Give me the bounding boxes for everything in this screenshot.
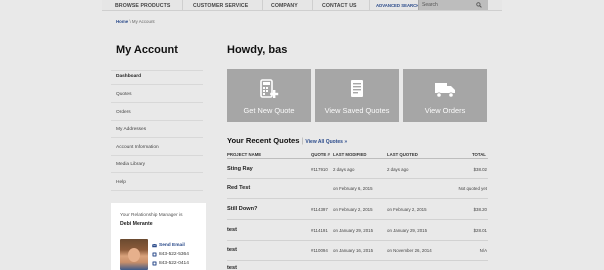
divider	[227, 178, 488, 179]
sidebar-item-help[interactable]: Help	[116, 180, 126, 185]
divider	[111, 137, 203, 138]
sidebar-item-account-information[interactable]: Account Information	[116, 145, 159, 150]
quote-project-name[interactable]: test	[227, 227, 237, 233]
nav-browse-products[interactable]: BROWSE PRODUCTS	[115, 3, 170, 9]
tile-label: View Saved Quotes	[324, 106, 390, 115]
quote-project-name[interactable]: Still Down?	[227, 206, 257, 212]
breadcrumb-separator: \	[129, 19, 131, 24]
greeting: Howdy, bas	[227, 44, 288, 56]
document-list-icon	[351, 80, 363, 97]
divider	[111, 84, 203, 85]
nav-divider	[312, 0, 313, 11]
divider	[111, 190, 203, 191]
search-icon[interactable]	[476, 2, 482, 8]
quote-last-modified: 2 days ago	[333, 167, 355, 172]
divider	[227, 158, 488, 159]
quote-last-quoted: on February 2, 2015	[387, 207, 427, 212]
divider	[111, 172, 203, 173]
nav-divider	[369, 0, 370, 11]
nav-customer-service[interactable]: CUSTOMER SERVICE	[193, 3, 248, 9]
tile-label: View Orders	[424, 106, 466, 115]
search-box	[418, 0, 488, 10]
sidebar-item-media-library[interactable]: Media Library	[116, 162, 145, 167]
quote-total: $28.01	[473, 228, 487, 233]
quote-last-modified: on February 2, 2015	[333, 207, 373, 212]
avatar	[120, 239, 148, 270]
divider	[111, 155, 203, 156]
quote-project-name[interactable]: Red Test	[227, 185, 250, 191]
quote-last-modified: on January 16, 2015	[333, 248, 374, 253]
sidebar-item-my-addresses[interactable]: My Addresses	[116, 127, 146, 132]
quote-last-quoted: on November 26, 2014	[387, 248, 432, 253]
quote-last-quoted: 2 days ago	[387, 167, 409, 172]
divider	[111, 120, 203, 121]
phone-icon	[152, 252, 157, 257]
phone-2: 843-522-0414	[152, 261, 189, 266]
quote-total: $38.20	[473, 207, 487, 212]
fax-icon	[152, 261, 157, 266]
quote-last-modified: on January 29, 2015	[333, 228, 374, 233]
quote-last-modified: on February 6, 2015	[333, 186, 373, 191]
quote-number: #114191	[311, 228, 328, 233]
phone-1: 843-522-5364	[152, 252, 189, 257]
sidebar-item-orders[interactable]: Orders	[116, 110, 131, 115]
column-header-modified: LAST MODIFIED	[333, 152, 367, 157]
divider	[227, 260, 488, 261]
quote-number: #110094	[311, 248, 328, 253]
view-orders-button[interactable]: View Orders	[403, 69, 487, 122]
quote-number: #114397	[311, 207, 328, 212]
manager-name: Debi Merante	[120, 221, 153, 227]
breadcrumb-current: My Account	[131, 19, 155, 24]
top-nav: BROWSE PRODUCTS CUSTOMER SERVICE COMPANY…	[102, 0, 502, 11]
search-input[interactable]	[422, 1, 474, 9]
nav-divider	[182, 0, 183, 11]
breadcrumb: Home \ My Account	[116, 19, 155, 24]
relationship-manager-card: Your Relationship Manager is Debi Merant…	[111, 203, 206, 270]
divider	[111, 70, 203, 71]
quote-total: $38.02	[473, 167, 487, 172]
recent-quotes-heading: Your Recent Quotes | View All Quotes »	[227, 136, 348, 145]
truck-icon	[435, 83, 455, 98]
quote-last-quoted: on January 29, 2015	[387, 228, 428, 233]
calculator-plus-icon	[260, 79, 279, 98]
sidebar-title: My Account	[116, 44, 178, 56]
column-header-project: PROJECT NAME	[227, 152, 262, 157]
get-new-quote-button[interactable]: Get New Quote	[227, 69, 311, 122]
divider	[227, 198, 488, 199]
divider	[111, 102, 203, 103]
divider	[227, 240, 488, 241]
view-saved-quotes-button[interactable]: View Saved Quotes	[315, 69, 399, 122]
breadcrumb-home[interactable]: Home	[116, 19, 128, 24]
manager-label: Your Relationship Manager is	[120, 213, 183, 218]
nav-company[interactable]: COMPANY	[271, 3, 298, 9]
column-header-quoted: LAST QUOTED	[387, 152, 418, 157]
quote-project-name[interactable]: test	[227, 247, 237, 253]
email-icon	[152, 243, 157, 248]
view-all-quotes-link[interactable]: View All Quotes »	[305, 139, 347, 145]
quote-total: N/A	[479, 248, 487, 253]
advanced-search-link[interactable]: ADVANCED SEARCH	[376, 3, 419, 8]
sidebar-item-dashboard[interactable]: Dashboard	[116, 74, 141, 79]
quote-project-name[interactable]: test	[227, 265, 237, 270]
quote-total: Not quoted yet	[458, 186, 487, 191]
quote-project-name[interactable]: Sting Ray	[227, 166, 253, 172]
quote-number: #117910	[311, 167, 328, 172]
nav-divider	[262, 0, 263, 11]
divider	[227, 219, 488, 220]
column-header-quote: QUOTE #	[311, 152, 330, 157]
nav-contact-us[interactable]: CONTACT US	[322, 3, 357, 9]
sidebar-item-quotes[interactable]: Quotes	[116, 92, 131, 97]
send-email-link[interactable]: Send Email	[152, 243, 185, 248]
tile-label: Get New Quote	[243, 106, 295, 115]
column-header-total: TOTAL	[472, 152, 486, 157]
